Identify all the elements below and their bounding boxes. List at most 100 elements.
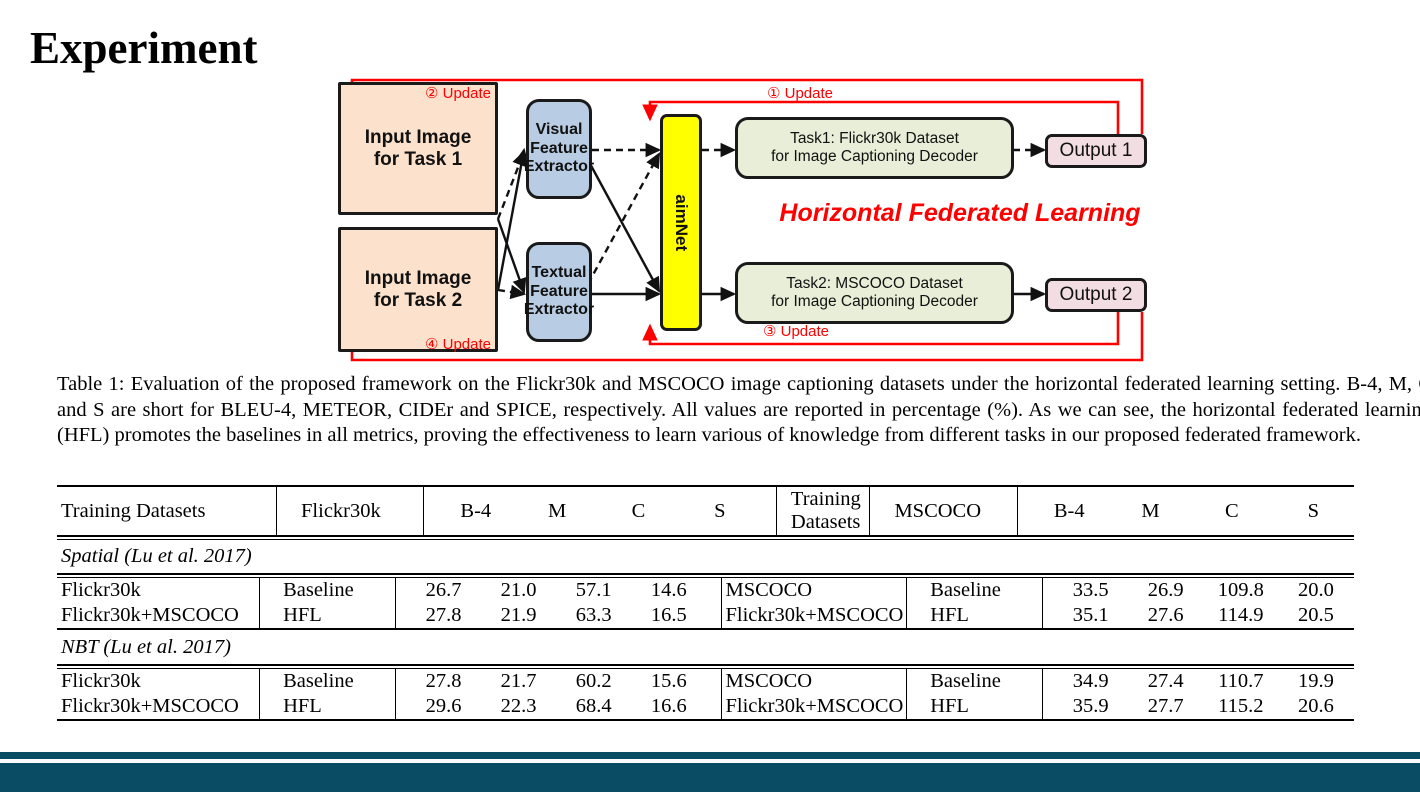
input-task2-line2: for Task 2 — [373, 289, 463, 311]
table-caption: Table 1: Evaluation of the proposed fram… — [57, 373, 1420, 446]
footer-accent-thin — [0, 752, 1420, 759]
task1-line1: Task1: Flickr30k Dataset — [790, 130, 959, 148]
architecture-diagram: Input Image for Task 1 Input Image for T… — [330, 72, 1160, 367]
table-row: Flickr30k+MSCOCO HFL 27.8 21.9 63.3 16.5 Flick… — [57, 603, 1354, 628]
task2-line1: Task2: MSCOCO Dataset — [786, 275, 963, 293]
header-right-datasets: Training Datasets — [775, 487, 870, 535]
table-row: Flickr30k+MSCOCO HFL 29.6 22.3 68.4 16.6 Flick… — [57, 694, 1354, 719]
cell-dataset-right: Flickr30k+MSCOCO — [720, 603, 907, 628]
gap — [760, 487, 776, 535]
visual-extractor-line3: Extractor — [523, 158, 595, 176]
input-task2-line1: Input Image — [364, 267, 472, 289]
visual-feature-extractor-box: Visual Feature Extractor — [523, 99, 595, 199]
cell-mode-right: Baseline — [930, 670, 1001, 692]
output1-label: Output 1 — [1059, 140, 1133, 162]
cell-m-left: 21.9 — [500, 604, 537, 626]
sep — [1041, 694, 1054, 719]
aimnet-box: aimNet — [660, 114, 702, 331]
sep — [906, 694, 920, 719]
sep — [906, 578, 920, 603]
sep — [394, 578, 406, 603]
cell-s-right: 20.5 — [1297, 604, 1334, 626]
update-label-3: ③ Update — [763, 323, 829, 340]
cell-m-left: 22.3 — [500, 695, 537, 717]
header-left-datasets: Training Datasets — [61, 499, 206, 522]
sep — [258, 694, 273, 719]
cell-c-right: 109.8 — [1217, 579, 1264, 601]
cell-s-left: 16.5 — [650, 604, 687, 626]
cell-s-right: 19.9 — [1297, 670, 1334, 692]
header-right-benchmark: MSCOCO — [894, 499, 982, 522]
sep — [1041, 669, 1054, 694]
sep — [258, 603, 273, 628]
input-task1-line1: Input Image — [364, 126, 472, 148]
task1-decoder-box: Task1: Flickr30k Dataset for Image Capti… — [735, 117, 1014, 179]
cell-mode-left: Baseline — [283, 670, 354, 692]
cell-b4-right: 35.9 — [1072, 695, 1109, 717]
cell-s-left: 14.6 — [650, 579, 687, 601]
cell-b4-right: 34.9 — [1072, 670, 1109, 692]
task2-decoder-box: Task2: MSCOCO Dataset for Image Captioni… — [735, 262, 1014, 324]
table-section-title-row: Spatial (Lu et al. 2017) — [57, 540, 1354, 573]
output2-box: Output 2 — [1045, 278, 1147, 312]
cell-dataset-left: Flickr30k — [61, 670, 141, 692]
cell-dataset-right: MSCOCO — [720, 578, 907, 603]
cell-mode-left: Baseline — [283, 579, 354, 601]
textual-extractor-line2: Feature — [530, 282, 588, 300]
cell-dataset-left: Flickr30k+MSCOCO — [61, 695, 239, 717]
results-table: Training Datasets Flickr30k B-4 M C S Tr… — [57, 485, 1354, 721]
page-title: Experiment — [30, 23, 258, 73]
cell-m-left: 21.7 — [500, 670, 537, 692]
header-left-b4: B-4 — [460, 499, 492, 522]
cell-mode-left: HFL — [283, 604, 322, 626]
cell-dataset-left: Flickr30k — [61, 579, 141, 601]
cell-m-right: 27.7 — [1147, 695, 1184, 717]
table-rule — [57, 719, 1354, 721]
slide-root: Experiment Input Image for Task 1 Input … — [0, 0, 1420, 792]
header-left-c: C — [631, 499, 646, 522]
table-section-title: NBT (Lu et al. 2017) — [61, 636, 231, 658]
cell-c-right: 115.2 — [1218, 695, 1264, 717]
cell-dataset-right: MSCOCO — [720, 669, 907, 694]
cell-s-left: 15.6 — [650, 670, 687, 692]
input-task1-line2: for Task 1 — [373, 148, 463, 170]
textual-extractor-line1: Textual — [531, 264, 587, 282]
sep — [1041, 603, 1054, 628]
sep — [1041, 578, 1054, 603]
header-left-s: S — [714, 499, 726, 522]
gap — [706, 603, 721, 628]
cell-m-left: 21.0 — [500, 579, 537, 601]
cell-c-left: 57.1 — [575, 579, 612, 601]
cell-c-right: 110.7 — [1218, 670, 1264, 692]
update-label-4: ④ Update — [425, 336, 491, 353]
table-header-row: Training Datasets Flickr30k B-4 M C S Tr… — [57, 487, 1354, 535]
sep — [275, 487, 291, 535]
cell-s-left: 16.6 — [650, 695, 687, 717]
cell-c-left: 63.3 — [575, 604, 612, 626]
cell-mode-right: HFL — [930, 695, 969, 717]
cell-s-right: 20.6 — [1297, 695, 1334, 717]
cell-c-left: 68.4 — [575, 695, 612, 717]
header-right-s: S — [1307, 499, 1319, 522]
cell-b4-right: 35.1 — [1072, 604, 1109, 626]
sep — [394, 669, 406, 694]
cell-b4-left: 27.8 — [425, 604, 462, 626]
textual-extractor-line3: Extractor — [523, 301, 595, 319]
task2-line2: for Image Captioning Decoder — [771, 293, 978, 310]
cell-b4-left: 27.8 — [425, 670, 462, 692]
sep — [423, 487, 436, 535]
update-label-2: ② Update — [425, 85, 491, 102]
header-left-benchmark: Flickr30k — [301, 499, 381, 522]
cell-b4-right: 33.5 — [1072, 579, 1109, 601]
table-section-title-row: NBT (Lu et al. 2017) — [57, 631, 1354, 664]
sep — [394, 694, 406, 719]
sep — [906, 669, 920, 694]
footer-accent-thick — [0, 763, 1420, 792]
sep — [869, 487, 884, 535]
textual-feature-extractor-box: Textual Feature Extractor — [523, 242, 595, 342]
cell-c-right: 114.9 — [1218, 604, 1264, 626]
sep — [1016, 487, 1029, 535]
cell-b4-left: 29.6 — [425, 695, 462, 717]
table-row: Flickr30k Baseline 27.8 21.7 60.2 15.6 MSCOCO B… — [57, 669, 1354, 694]
table-row: Flickr30k Baseline 26.7 21.0 57.1 14.6 MSCOCO B… — [57, 578, 1354, 603]
